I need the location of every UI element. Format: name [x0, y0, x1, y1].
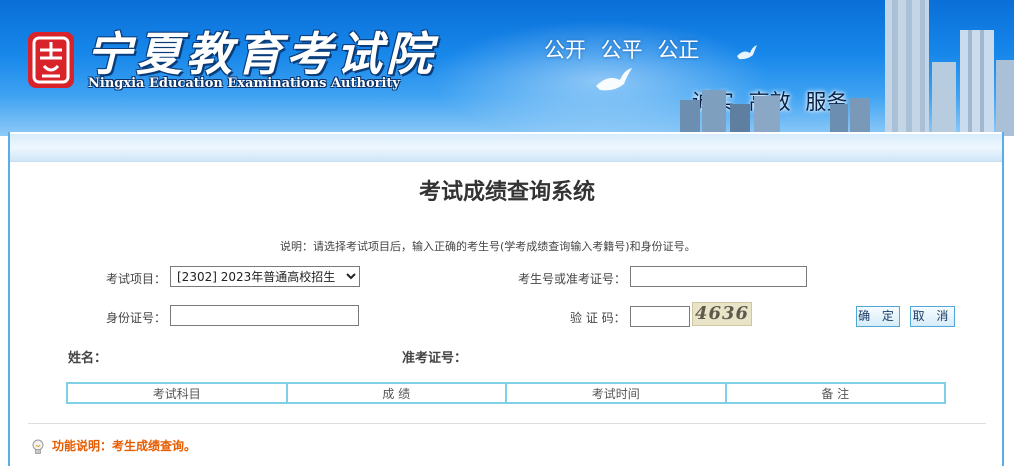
- slogan-line1: 公开 公平 公正: [544, 38, 700, 62]
- column-score: 成 绩: [285, 382, 507, 404]
- results-table: 考试科目 成 绩 考试时间 备 注: [66, 382, 946, 404]
- id-number-label: 身份证号：: [106, 311, 167, 325]
- name-label: 姓名：: [68, 351, 108, 366]
- function-note: 功能说明：考生成绩查询。: [30, 437, 196, 455]
- confirm-button[interactable]: 确 定: [856, 306, 900, 327]
- instruction-note: 说明：请选择考试项目后，输入正确的考生号(学考成绩查询输入考籍号)和身份证号。: [280, 240, 696, 253]
- exam-select[interactable]: [2302] 2023年普通高校招生: [170, 266, 360, 287]
- dove-icon: [596, 68, 632, 91]
- city-skyline-image: [680, 0, 1014, 136]
- id-number-input[interactable]: [170, 305, 359, 326]
- site-title-cn: 宁夏教育考试院: [86, 27, 436, 81]
- header-banner: 宁夏教育考试院 Ningxia Education Examinations A…: [0, 0, 1014, 136]
- column-exam-time: 考试时间: [505, 382, 727, 404]
- divider: [28, 423, 986, 424]
- ticket-number-label: 准考证号：: [402, 351, 468, 366]
- captcha-image[interactable]: 4636: [692, 302, 752, 326]
- captcha-input[interactable]: [630, 306, 690, 327]
- lightbulb-icon: [32, 439, 44, 454]
- page-title: 考试成绩查询系统: [418, 180, 595, 205]
- table-header-row: 考试科目 成 绩 考试时间 备 注: [66, 382, 946, 404]
- header-bar: [10, 134, 1002, 162]
- column-remarks: 备 注: [724, 382, 946, 404]
- cancel-button[interactable]: 取 消: [910, 306, 955, 327]
- function-note-text: 功能说明：考生成绩查询。: [52, 439, 197, 453]
- exam-label: 考试项目：: [106, 272, 167, 286]
- column-subject: 考试科目: [66, 382, 288, 404]
- captcha-label: 验 证 码：: [570, 311, 626, 325]
- candidate-number-input[interactable]: [630, 266, 807, 287]
- candidate-number-label: 考生号或准考证号：: [518, 272, 627, 286]
- seal-logo-icon: [28, 32, 74, 88]
- site-title-en: Ningxia Education Examinations Authority: [88, 76, 400, 91]
